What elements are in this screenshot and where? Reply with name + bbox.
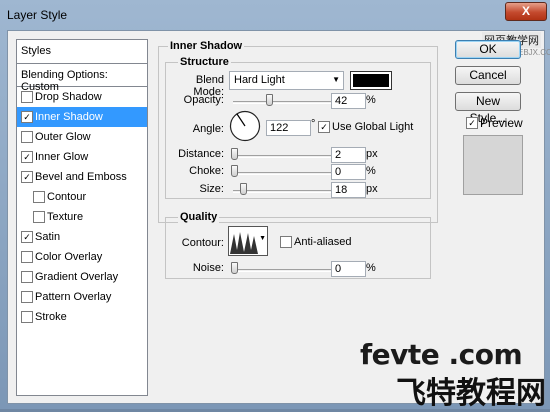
close-button[interactable]: X [505, 2, 547, 21]
style-item-bevel-and-emboss[interactable]: ✓ Bevel and Emboss [17, 167, 147, 187]
size-input[interactable]: 18 [331, 182, 366, 198]
blend-mode-value: Hard Light [234, 74, 285, 86]
quality-legend: Quality [178, 211, 220, 223]
inner-shadow-title: Inner Shadow [168, 40, 245, 52]
style-item-label: Outer Glow [35, 131, 91, 143]
noise-slider-thumb[interactable] [231, 262, 238, 274]
window-title: Layer Style [7, 8, 68, 22]
style-item-label: Drop Shadow [35, 91, 102, 103]
distance-unit: px [366, 148, 378, 160]
choke-unit: % [366, 165, 376, 177]
distance-slider-track[interactable] [233, 155, 333, 158]
style-item-outer-glow[interactable]: Outer Glow [17, 127, 147, 147]
style-item-drop-shadow[interactable]: Drop Shadow [17, 87, 147, 107]
choke-slider-track[interactable] [233, 172, 333, 175]
opacity-label: Opacity: [183, 94, 224, 106]
size-slider-track[interactable] [233, 190, 333, 193]
style-item-satin[interactable]: ✓ Satin [17, 227, 147, 247]
opacity-slider-track[interactable] [233, 101, 333, 104]
anti-aliased-label: Anti-aliased [294, 236, 352, 248]
style-item-checkbox[interactable]: ✓ [21, 151, 33, 163]
angle-input[interactable]: 122 [266, 120, 311, 136]
blending-options-item[interactable]: Blending Options: Custom [17, 64, 147, 93]
style-item-checkbox[interactable] [21, 311, 33, 323]
new-style-button[interactable]: New Style... [455, 92, 521, 125]
opacity-input[interactable]: 42 [331, 93, 366, 109]
style-item-label: Gradient Overlay [35, 271, 119, 283]
style-item-label: Stroke [35, 311, 67, 323]
noise-label: Noise: [192, 262, 224, 274]
style-item-label: Contour [47, 191, 87, 203]
angle-unit: ° [311, 118, 316, 130]
style-item-gradient-overlay[interactable]: Gradient Overlay [17, 267, 147, 287]
style-item-stroke[interactable]: Stroke [17, 307, 147, 327]
layer-style-window: Layer Style X 网页教学网 WWW.WEBJX.COM Styles… [0, 0, 550, 411]
angle-label: Angle: [192, 123, 224, 135]
style-item-label: Inner Shadow [35, 111, 103, 123]
style-item-label: Texture [47, 211, 84, 223]
style-item-checkbox[interactable] [33, 191, 45, 203]
style-item-checkbox[interactable]: ✓ [21, 231, 33, 243]
size-label: Size: [199, 183, 224, 195]
style-item-label: Inner Glow [35, 151, 89, 163]
contour-curve-icon [230, 228, 258, 254]
style-item-checkbox[interactable] [21, 291, 33, 303]
contour-label: Contour: [181, 237, 224, 249]
noise-unit: % [366, 262, 376, 274]
style-item-checkbox[interactable]: ✓ [21, 171, 33, 183]
brand-logo-cn: 飞特教程网 [396, 376, 546, 411]
brand-logo-text: fevte .com [360, 338, 523, 371]
preview-checkbox[interactable]: ✓ [466, 117, 478, 129]
size-unit: px [366, 183, 378, 195]
style-item-checkbox[interactable]: ✓ [21, 111, 33, 123]
style-item-label: Pattern Overlay [35, 291, 112, 303]
preview-label: Preview [480, 116, 523, 130]
style-item-pattern-overlay[interactable]: Pattern Overlay [17, 287, 147, 307]
structure-legend: Structure [178, 56, 231, 68]
preview-swatch [463, 135, 523, 195]
opacity-unit: % [366, 94, 376, 106]
chevron-down-icon: ▼ [332, 75, 340, 84]
angle-dial-icon[interactable] [229, 110, 261, 142]
contour-dropdown-icon[interactable]: ▼ [259, 235, 266, 242]
opacity-slider-thumb[interactable] [266, 94, 273, 106]
distance-slider-thumb[interactable] [231, 148, 238, 160]
use-global-light-checkbox[interactable]: ✓ [318, 121, 330, 133]
style-item-color-overlay[interactable]: Color Overlay [17, 247, 147, 267]
distance-input[interactable]: 2 [331, 147, 366, 163]
style-item-inner-shadow[interactable]: ✓ Inner Shadow [17, 107, 147, 127]
styles-list: Styles Blending Options: Custom Drop Sha… [16, 39, 148, 396]
ok-button[interactable]: OK [455, 40, 521, 59]
style-item-checkbox[interactable] [21, 251, 33, 263]
style-item-texture[interactable]: Texture [17, 207, 147, 227]
choke-slider-thumb[interactable] [231, 165, 238, 177]
style-item-label: Satin [35, 231, 61, 243]
style-item-checkbox[interactable] [33, 211, 45, 223]
title-bar: Layer Style X [0, 0, 550, 32]
style-item-inner-glow[interactable]: ✓ Inner Glow [17, 147, 147, 167]
contour-picker[interactable]: ▼ [228, 226, 268, 256]
choke-label: Choke: [189, 165, 224, 177]
style-item-label: Color Overlay [35, 251, 103, 263]
style-item-contour[interactable]: Contour [17, 187, 147, 207]
size-slider-thumb[interactable] [240, 183, 247, 195]
styles-header[interactable]: Styles [17, 40, 147, 64]
noise-slider-track[interactable] [233, 269, 333, 272]
noise-input[interactable]: 0 [331, 261, 366, 277]
blend-mode-select[interactable]: Hard Light ▼ [229, 71, 344, 90]
style-item-label: Bevel and Emboss [35, 171, 127, 183]
choke-input[interactable]: 0 [331, 164, 366, 180]
anti-aliased-checkbox[interactable] [280, 236, 292, 248]
style-item-checkbox[interactable] [21, 271, 33, 283]
styles-header-label: Styles [21, 45, 51, 57]
use-global-light-label: Use Global Light [332, 121, 414, 133]
cancel-button[interactable]: Cancel [455, 66, 521, 85]
shadow-color-swatch[interactable] [350, 71, 392, 90]
style-item-checkbox[interactable] [21, 91, 33, 103]
style-item-checkbox[interactable] [21, 131, 33, 143]
distance-label: Distance: [178, 148, 224, 160]
